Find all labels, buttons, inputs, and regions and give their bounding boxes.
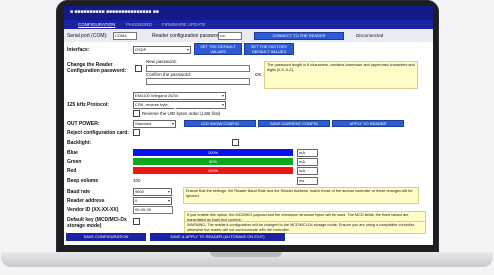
chevron-down-icon: ▾: [167, 198, 170, 203]
chevron-down-icon: ▾: [221, 102, 224, 107]
apply-to-reader-button[interactable]: APPLY TO READER: [332, 120, 404, 127]
default-key-label-2: storage mode): [67, 223, 102, 229]
protocol-label: 125 kHz Protocol:: [67, 102, 109, 108]
tab-configuration[interactable]: CONFIGURATION: [78, 22, 115, 27]
confirm-password-label: Confirm the password:: [146, 72, 192, 77]
baud-rate-select[interactable]: 9600 ▾: [133, 188, 172, 196]
red-unit-select[interactable]: mA: [297, 167, 318, 175]
blue-value: 100%: [207, 150, 219, 155]
protocol-select[interactable]: EM4100 Wiegand 26/34 ▾: [133, 92, 226, 100]
factory-default-button[interactable]: SET THE FACTORY DEFAULT VALUES: [244, 43, 294, 55]
tab-bar: CONFIGURATION PASSWORD FIRMWARE UPDATE: [64, 20, 433, 29]
reader-address-value: 0: [135, 198, 138, 203]
chevron-down-icon: ▾: [186, 47, 189, 52]
connection-status: Disconnected: [356, 33, 384, 38]
led-show-config-button[interactable]: LED SHOW CONFIG: [184, 120, 256, 127]
baud-rate-label: Baud rate: [67, 189, 91, 195]
out-power-select[interactable]: Standard ▾: [133, 120, 176, 128]
baud-rate-note: Ensure that the settings, the Reader Bau…: [183, 187, 419, 204]
app-screen: ■ ■■■■■■■■■■ ■■■■■■■■■■■■■■■ ■■ CONFIGUR…: [64, 6, 433, 245]
serial-port-select[interactable]: COM4: [113, 32, 137, 40]
title-bar: ■ ■■■■■■■■■■ ■■■■■■■■■■■■■■■ ■■: [64, 6, 433, 20]
blue-label: Blue: [67, 150, 78, 156]
blue-slider[interactable]: 100%: [133, 149, 293, 156]
beep-unit-select[interactable]: ms: [297, 177, 318, 185]
red-label: Red: [67, 168, 77, 174]
new-password-label: New password:: [146, 59, 177, 64]
green-label: Green: [67, 159, 82, 165]
chevron-down-icon: ▾: [221, 93, 224, 98]
connect-button[interactable]: CONNECT TO THE READER: [254, 32, 344, 40]
reader-password-label: Reader configuration password:: [152, 33, 223, 39]
backlight-checkbox[interactable]: [232, 139, 239, 146]
backlight-label: Backlight:: [67, 140, 92, 146]
beep-volume-label: Beep volume: [67, 178, 99, 184]
vendor-id-label: Vendor ID (XX-XX-XX): [67, 207, 119, 213]
window-title: ■ ■■■■■■■■■■ ■■■■■■■■■■■■■■■ ■■: [70, 9, 159, 15]
change-password-checkbox[interactable]: [135, 65, 142, 72]
chevron-down-icon: ▾: [171, 121, 174, 126]
reject-config-checkbox[interactable]: [133, 129, 140, 136]
save-apply-reader-button[interactable]: SAVE & APPLY TO READER (AUTOSAVE ON EXIT…: [150, 233, 285, 241]
red-slider[interactable]: 100%: [133, 167, 293, 174]
vendor-id-input[interactable]: 00-00-00: [133, 206, 173, 214]
reverse-uid-checkbox[interactable]: [133, 110, 140, 117]
interface-label: Interface:: [67, 47, 90, 53]
default-key-checkbox[interactable]: [133, 218, 140, 225]
tab-firmware-update[interactable]: FIRMWARE UPDATE: [162, 22, 206, 27]
save-configuration-button[interactable]: SAVE CONFIGURATION: [66, 233, 146, 241]
default-values-button[interactable]: SET THE DEFAULT VALUES: [194, 43, 242, 55]
green-unit-select[interactable]: mA: [297, 158, 318, 166]
green-value: 50%: [208, 159, 217, 164]
interface-select[interactable]: OSDP ▾: [133, 46, 191, 54]
reader-password-input[interactable]: ••••: [218, 32, 242, 40]
green-slider[interactable]: 50%: [133, 158, 293, 165]
format-select[interactable]: CSN, reverse byte ▾: [133, 101, 226, 109]
beep-volume-value: 100: [133, 178, 141, 183]
laptop-notch: [210, 252, 282, 257]
reject-config-label: Reject configuration card:: [67, 130, 129, 136]
out-power-label: OUT POWER:: [67, 121, 100, 127]
serial-port-label: Serial port (COM):: [67, 33, 108, 39]
baud-rate-value: 9600: [135, 189, 144, 194]
chevron-down-icon: ▾: [167, 189, 170, 194]
blue-unit-select[interactable]: mA: [297, 149, 318, 157]
protocol-value: EM4100 Wiegand 26/34: [135, 93, 178, 98]
change-password-label-2: Configuration password:: [67, 68, 127, 74]
new-password-input[interactable]: [146, 65, 250, 72]
confirm-password-input[interactable]: [146, 78, 250, 85]
reader-address-select[interactable]: 0 ▾: [133, 197, 172, 205]
format-value: CSN, reverse byte: [135, 102, 168, 107]
password-ok-label[interactable]: OK: [255, 72, 262, 77]
serial-connection-row: Serial port (COM): COM4 Reader configura…: [64, 29, 433, 42]
save-current-config-button[interactable]: SAVE CURRENT CONFIG: [258, 120, 330, 127]
reader-address-label: Reader address: [67, 198, 105, 204]
tab-password[interactable]: PASSWORD: [126, 22, 152, 27]
red-value: 100%: [207, 168, 219, 173]
reverse-uid-label: Reverse the UID bytes order (LSB first): [142, 111, 221, 116]
password-rules-note: The password length is 8 characters, con…: [264, 61, 418, 89]
out-power-value: Standard: [135, 121, 152, 126]
interface-value: OSDP: [135, 47, 147, 52]
